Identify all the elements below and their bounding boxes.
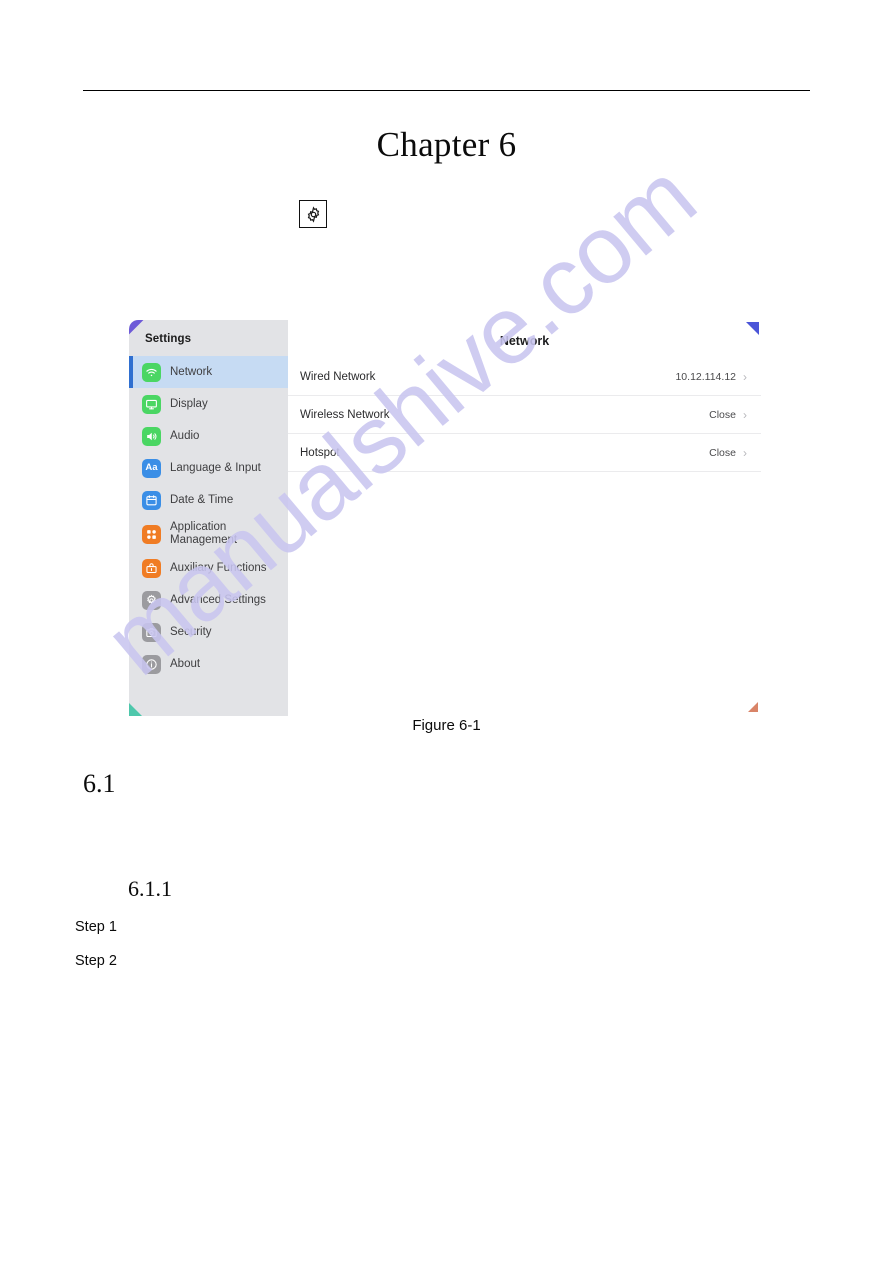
- row-label: Wireless Network: [300, 408, 390, 421]
- sidebar-item-display[interactable]: Display: [129, 388, 288, 420]
- corner-marker-bottom-right: [743, 698, 761, 716]
- sidebar-item-security[interactable]: Security: [129, 616, 288, 648]
- chevron-right-icon: ›: [743, 369, 747, 384]
- step-1-label: Step 1: [75, 919, 117, 935]
- row-value: Close: [709, 446, 736, 459]
- info-icon: [142, 654, 161, 674]
- sidebar-item-label: Advanced Settings: [170, 593, 266, 606]
- calendar-icon: [142, 490, 161, 510]
- sidebar-item-network[interactable]: Network: [129, 356, 288, 388]
- lock-camera-icon: [142, 622, 161, 642]
- sidebar-title: Settings: [145, 333, 192, 345]
- sidebar-item-label: About: [170, 657, 201, 670]
- main-panel-title: Network: [499, 334, 550, 348]
- section-heading-6-1: 6.1: [83, 769, 116, 798]
- settings-row-list: Wired Network 10.12.114.12 › Wireless Ne…: [288, 358, 761, 472]
- sidebar-item-language-input[interactable]: Aa Language & Input: [129, 452, 288, 484]
- toolbox-icon: [142, 558, 161, 578]
- settings-row-wireless-network[interactable]: Wireless Network Close ›: [288, 396, 761, 434]
- sidebar-item-label: Application Management: [170, 521, 238, 546]
- row-value: Close: [709, 408, 736, 421]
- sidebar-item-about[interactable]: About: [129, 648, 288, 680]
- sidebar-item-label: Language & Input: [170, 461, 261, 474]
- sidebar-item-auxiliary-functions[interactable]: Auxiliary Functions: [129, 552, 288, 584]
- sidebar-item-label: Auxiliary Functions: [170, 561, 267, 574]
- speaker-icon: [142, 426, 161, 446]
- apps-grid-icon: [142, 524, 161, 544]
- chevron-right-icon: ›: [743, 445, 747, 460]
- sidebar-item-label: Security: [170, 625, 212, 638]
- row-label: Hotspot: [300, 446, 340, 459]
- settings-main-panel: Network Wired Network 10.12.114.12 › Wir…: [288, 320, 761, 716]
- page-title: Chapter 6: [376, 125, 517, 164]
- sidebar-item-label: Network: [170, 365, 213, 378]
- chevron-right-icon: ›: [743, 407, 747, 422]
- settings-row-hotspot[interactable]: Hotspot Close ›: [288, 434, 761, 472]
- settings-row-wired-network[interactable]: Wired Network 10.12.114.12 ›: [288, 358, 761, 396]
- sidebar-item-date-time[interactable]: Date & Time: [129, 484, 288, 516]
- gear-icon: [142, 590, 161, 610]
- sidebar-item-label: Date & Time: [170, 493, 234, 506]
- sidebar-item-application-management[interactable]: Application Management: [129, 516, 288, 552]
- figure-caption: Figure 6-1: [412, 717, 481, 734]
- row-label: Wired Network: [300, 370, 376, 383]
- wifi-icon: [142, 362, 161, 382]
- gear-icon: [299, 200, 327, 228]
- settings-sidebar: Settings Network Display Audio Aa Langua…: [129, 320, 288, 716]
- section-heading-6-1-1: 6.1.1: [128, 876, 172, 901]
- row-value: 10.12.114.12: [675, 370, 736, 383]
- corner-marker-bottom-left: [129, 702, 144, 716]
- aa-text-icon: Aa: [142, 458, 161, 478]
- device-settings-screenshot: Settings Network Display Audio Aa Langua…: [129, 320, 761, 716]
- sidebar-item-label: Display: [170, 397, 208, 410]
- step-2-label: Step 2: [75, 953, 117, 969]
- monitor-icon: [142, 394, 161, 414]
- sidebar-item-advanced-settings[interactable]: Advanced Settings: [129, 584, 288, 616]
- header-rule: [83, 90, 810, 91]
- sidebar-item-audio[interactable]: Audio: [129, 420, 288, 452]
- sidebar-menu-list: Network Display Audio Aa Language & Inpu…: [129, 356, 288, 680]
- corner-marker-top-left: [129, 320, 145, 338]
- sidebar-item-label: Audio: [170, 429, 200, 442]
- active-indicator: [129, 356, 133, 388]
